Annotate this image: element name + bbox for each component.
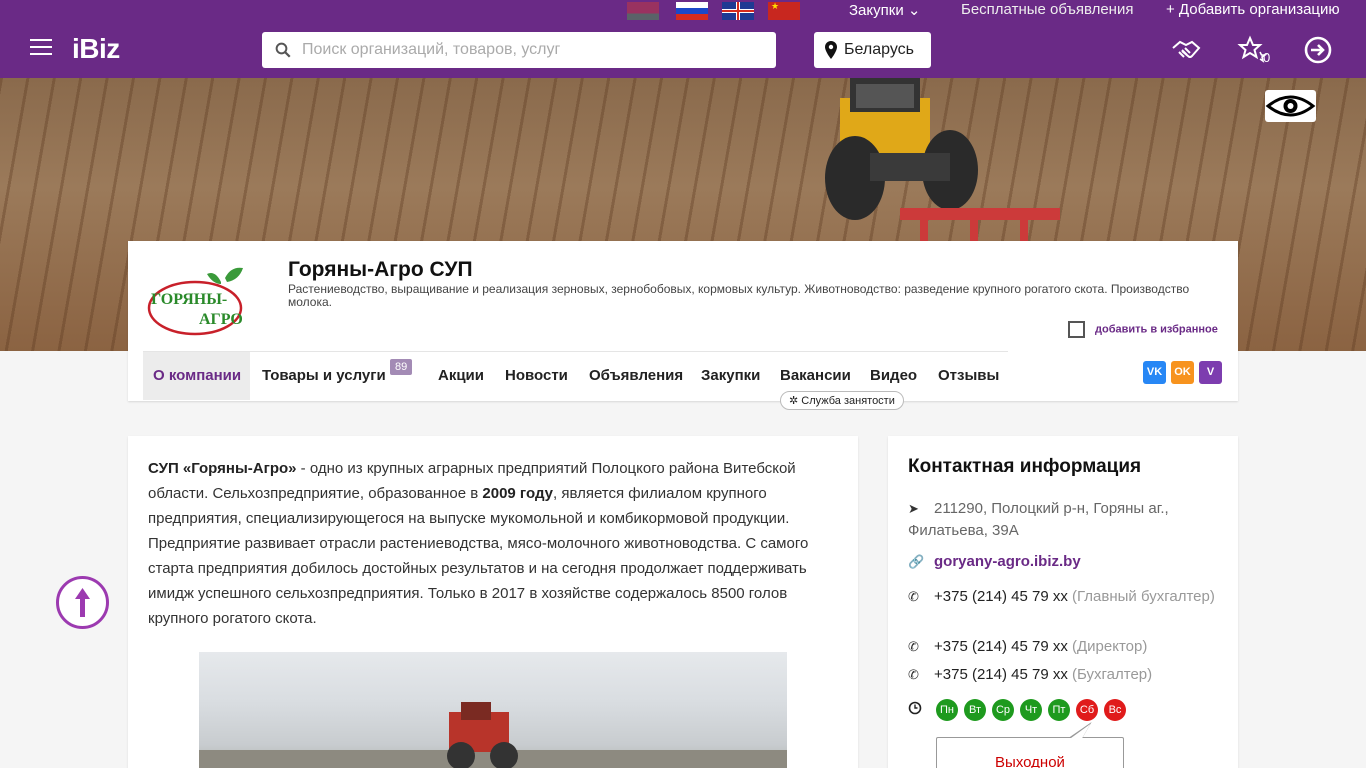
about-text: СУП «Горяны-Агро» - одно из крупных агра…	[148, 456, 838, 631]
viber-share-icon[interactable]: V	[1199, 361, 1222, 384]
free-ads-link[interactable]: Бесплатные объявления	[961, 1, 1133, 18]
phone-note: (Бухгалтер)	[1072, 666, 1153, 683]
map-pin-icon	[825, 41, 837, 59]
top-strip: Закупки ⌄ Бесплатные объявления + Добави…	[0, 0, 1366, 22]
region-label: Беларусь	[844, 41, 914, 58]
contacts-title: Контактная информация	[908, 456, 1142, 477]
location-arrow-icon: ➤	[908, 501, 919, 516]
phone-icon: ✆	[908, 667, 919, 682]
flag-china-icon[interactable]	[768, 1, 800, 20]
tab-procurement[interactable]: Закупки	[701, 352, 760, 400]
phone-row: ✆ +375 (214) 45 79 xx (Директор)	[908, 636, 1228, 658]
phone-note: (Директор)	[1072, 638, 1148, 655]
phone-number[interactable]: +375 (214) 45 79 xx	[934, 638, 1068, 655]
phone-number[interactable]: +375 (214) 45 79 xx	[934, 666, 1068, 683]
handshake-icon[interactable]	[1170, 34, 1202, 66]
day-fri[interactable]: Пт	[1048, 699, 1070, 721]
scroll-up-button[interactable]	[56, 576, 109, 629]
tab-news[interactable]: Новости	[505, 352, 568, 400]
add-organization-link[interactable]: + Добавить организацию	[1166, 1, 1340, 18]
day-mon[interactable]: Пн	[936, 699, 958, 721]
tab-reviews[interactable]: Отзывы	[938, 352, 999, 400]
about-company-name: СУП «Горяны-Агро»	[148, 460, 297, 477]
tab-ads[interactable]: Объявления	[589, 352, 683, 400]
add-to-favorites[interactable]: добавить в избранное	[1068, 321, 1218, 338]
about-section: СУП «Горяны-Агро» - одно из крупных агра…	[128, 436, 858, 768]
flag-russia-icon[interactable]	[676, 2, 708, 20]
phone-row: ✆ +375 (214) 45 79 xx (Бухгалтер)	[908, 664, 1228, 686]
phone-icon: ✆	[908, 589, 919, 604]
region-selector[interactable]: Беларусь	[814, 32, 931, 68]
header: iBiz Беларусь 0	[0, 22, 1366, 78]
tab-promotions[interactable]: Акции	[438, 352, 484, 400]
day-sun[interactable]: Вс	[1104, 699, 1126, 721]
clock-icon	[908, 701, 922, 715]
day-thu[interactable]: Чт	[1020, 699, 1042, 721]
day-tue[interactable]: Вт	[964, 699, 986, 721]
search-icon	[275, 42, 291, 58]
phone-number[interactable]: +375 (214) 45 79 xx	[934, 588, 1068, 605]
employment-service-badge[interactable]: ✲ Служба занятости	[780, 391, 904, 410]
svg-text:АГРО: АГРО	[199, 311, 243, 328]
site-link[interactable]: goryany-agro.ibiz.by	[934, 553, 1081, 570]
about-text-part: , является филиалом крупного предприятия…	[148, 485, 809, 627]
products-count-badge: 89	[390, 359, 413, 375]
about-year: 2009 году	[482, 485, 553, 502]
flag-belarus-icon[interactable]	[627, 2, 659, 20]
search-box[interactable]	[262, 32, 776, 68]
favorite-checkbox[interactable]	[1068, 321, 1085, 338]
site-logo[interactable]: iBiz	[72, 33, 120, 65]
phone-row: ✆ +375 (214) 45 79 xx (Главный бухгалтер)	[908, 586, 1228, 608]
svg-text:ГОРЯНЫ-: ГОРЯНЫ-	[151, 291, 227, 308]
company-logo: ГОРЯНЫ- АГРО	[147, 267, 243, 336]
site-row: 🔗 goryany-agro.ibiz.by	[908, 551, 1228, 573]
day-sat[interactable]: Сб	[1076, 699, 1098, 721]
contacts-panel: Контактная информация ➤ 211290, Полоцкий …	[888, 436, 1238, 768]
search-input[interactable]	[302, 32, 762, 68]
eye-icon[interactable]	[1265, 90, 1316, 122]
favorite-label: добавить в избранное	[1095, 323, 1218, 336]
phone-icon: ✆	[908, 639, 919, 654]
ok-share-icon[interactable]: OK	[1171, 361, 1194, 384]
login-icon[interactable]	[1302, 34, 1334, 66]
flag-uk-icon[interactable]	[722, 2, 754, 20]
company-photo	[199, 652, 787, 768]
day-wed[interactable]: Ср	[992, 699, 1014, 721]
company-card: ГОРЯНЫ- АГРО Горяны-Агро СУП Растениевод…	[128, 241, 1238, 410]
tractor-image	[825, 78, 1060, 243]
link-icon: 🔗	[908, 554, 925, 569]
phone-note: (Главный бухгалтер)	[1072, 588, 1215, 605]
address-row: ➤ 211290, Полоцкий р-н, Горяны аг., Филат…	[908, 498, 1228, 542]
address-text: 211290, Полоцкий р-н, Горяны аг., Филать…	[908, 500, 1169, 539]
tab-products[interactable]: Товары и услуги	[262, 352, 386, 400]
day-off-tooltip: Выходной	[936, 737, 1124, 768]
favorites-count: 0	[1263, 50, 1271, 65]
menu-icon[interactable]	[30, 39, 52, 55]
company-title: Горяны-Агро СУП	[288, 258, 473, 281]
tab-about[interactable]: О компании	[143, 352, 250, 400]
company-description: Растениеводство, выращивание и реализаци…	[288, 282, 1190, 309]
vk-share-icon[interactable]: VK	[1143, 361, 1166, 384]
zakupki-dropdown[interactable]: Закупки ⌄	[849, 1, 920, 19]
arrow-up-icon	[75, 588, 90, 617]
